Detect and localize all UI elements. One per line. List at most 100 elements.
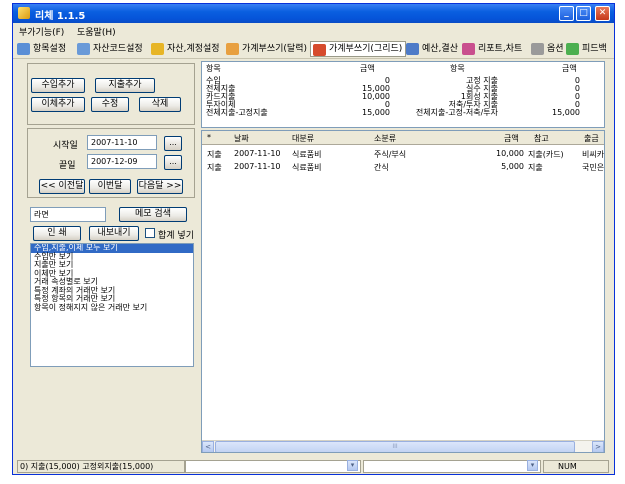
tool-ledger-grid[interactable]: 가계부쓰기(그리드) [310,41,407,57]
filter-list[interactable]: 수입,지출,이체 모두 보기 수입만 보기 지출만 보기 이체만 보기 거래 속… [30,243,194,367]
menu-help[interactable]: 도움말(H) [77,25,116,38]
tool-asset-account[interactable]: 자산,계정설정 [149,41,223,57]
add-transfer-button[interactable]: 이체추가 [31,97,85,112]
grid-cell[interactable]: 5,000 [486,162,524,171]
delete-button[interactable]: 삭제 [139,97,181,112]
menu-bar: 부가기능(F) 도움말(H) [13,23,614,39]
grid-cell[interactable]: 2007-11-10 [234,162,281,171]
grid-header-cell[interactable]: 금액 [504,133,519,144]
next-month-button[interactable]: 다음달 >> [137,179,183,194]
summary-header-amount: 금액 [360,64,375,73]
report-icon [462,43,475,55]
grid-cell[interactable]: 지출 [528,162,543,173]
grid-cell[interactable]: 2007-11-10 [234,149,281,158]
summary-label: 전체지출-고정지출 [206,108,268,117]
summary-header-amount2: 금액 [562,64,577,73]
summary-value: 15,000 [552,108,580,117]
summary-row: 수입 0 고정 지출 0 [202,77,604,85]
memo-search-input[interactable]: 라면 [30,207,106,222]
status-bar: 0) 지출(15,000) 고정외지출(15,000) ▾ ▾ NUM [13,459,614,474]
toolbar: 항목설정 자산코드설정 자산,계정설정 가계부쓰기(달력) 가계부쓰기(그리드)… [13,39,614,59]
start-date-label: 시작일 [53,141,78,151]
menu-extras[interactable]: 부가기능(F) [19,25,64,38]
maximize-button[interactable]: □ [576,6,591,21]
title-bar: 리체 1.1.5 _ □ ✕ [13,4,614,23]
app-window: 리체 1.1.5 _ □ ✕ 부가기능(F) 도움말(H) 항목설정 자산코드설… [12,3,615,475]
tool-asset-code[interactable]: 자산코드설정 [75,41,146,57]
grid-cell[interactable]: 10,000 [486,149,524,158]
summary-panel: 항목 금액 항목 금액 수입 0 고정 지출 0 전체지출 15,000 실수 … [201,61,605,128]
add-expense-button[interactable]: 지출추가 [95,78,155,93]
start-date-picker-button[interactable]: ... [164,136,182,151]
grid-header-cell[interactable]: 대분류 [292,133,314,144]
num-lock-indicator: NUM [543,460,609,473]
table-row[interactable]: 지출 2007-11-10 식료품비 주식/부식 10,000 지출(카드) 비… [202,147,604,160]
grid-cell[interactable]: 비씨카 [582,149,604,160]
this-month-button[interactable]: 이번달 [89,179,131,194]
print-button[interactable]: 인 쇄 [33,226,81,241]
start-date-field[interactable]: 2007-11-10 [87,135,157,150]
table-row[interactable]: 지출 2007-11-10 식료품비 간식 5,000 지출 국민은 [202,160,604,173]
tool-ledger-calendar[interactable]: 가계부쓰기(달력) [224,41,310,57]
export-button[interactable]: 내보내기 [89,226,139,241]
summary-value: 15,000 [362,108,390,117]
chart-icon [406,43,419,55]
grid-header-cell[interactable]: 참고 [534,133,549,144]
grid-cell[interactable]: 식료품비 [292,149,321,160]
grid-cell[interactable]: 지출(카드) [528,149,564,160]
grid-header-cell[interactable]: 출금 [584,133,599,144]
feedback-icon [566,43,579,55]
grid-cell[interactable]: 국민은 [582,162,604,173]
horizontal-scrollbar[interactable]: < III > [202,440,604,452]
summary-header-item: 항목 [206,64,221,73]
summary-header: 항목 금액 항목 금액 [202,64,604,73]
money-icon [151,43,164,55]
scroll-right-icon[interactable]: > [592,441,604,452]
close-button[interactable]: ✕ [595,6,610,21]
grid-cell[interactable]: 지출 [207,149,222,160]
gear-icon [531,43,544,55]
tool-item-settings[interactable]: 항목설정 [15,41,69,57]
grid-cell[interactable]: 주식/부식 [374,149,406,160]
summary-row: 전체지출 15,000 실수 지출 0 [202,85,604,93]
sum-checkbox[interactable] [145,228,155,238]
sum-label: 합계 넣기 [158,231,194,241]
minimize-button[interactable]: _ [559,6,574,21]
window-icon [77,43,90,55]
grid-cell[interactable]: 지출 [207,162,222,173]
summary-label: 전체지출-고정-저축/투자 [415,108,498,117]
summary-row: 카드지출 10,000 1회성 지출 0 [202,93,604,101]
tool-budget[interactable]: 예산,결산 [404,41,461,57]
edit-button[interactable]: 수정 [91,97,129,112]
tool-report[interactable]: 리포트,차트 [460,41,525,57]
end-date-label: 끝일 [59,161,76,171]
entry-buttons-group [27,63,195,125]
status-dropdown-1[interactable] [185,460,361,473]
grid-cell[interactable]: 식료품비 [292,162,321,173]
grid-header-cell[interactable]: * [207,133,211,142]
end-date-picker-button[interactable]: ... [164,155,182,170]
app-icon [18,7,30,19]
window-title: 리체 1.1.5 [35,11,86,22]
scroll-thumb[interactable]: III [215,441,575,452]
scroll-left-icon[interactable]: < [202,441,214,452]
grid-icon [313,44,326,56]
tool-feedback[interactable]: 피드백 [564,41,610,57]
prev-month-button[interactable]: << 이전달 [39,179,85,194]
status-summary: 0) 지출(15,000) 고정외지출(15,000) [17,460,185,473]
calendar-icon [226,43,239,55]
summary-header-item2: 항목 [450,64,465,73]
status-dropdown-2[interactable] [363,460,541,473]
grid-header: * 날짜 대분류 소분류 금액 참고 출금 [202,131,604,145]
chevron-down-icon[interactable]: ▾ [527,460,538,471]
end-date-field[interactable]: 2007-12-09 [87,154,157,169]
grid-cell[interactable]: 간식 [374,162,389,173]
transaction-grid[interactable]: * 날짜 대분류 소분류 금액 참고 출금 지출 2007-11-10 식료품비… [201,130,605,453]
grid-header-cell[interactable]: 날짜 [234,133,249,144]
grid-header-cell[interactable]: 소분류 [374,133,396,144]
add-income-button[interactable]: 수입추가 [31,78,85,93]
list-item[interactable]: 항목이 정해지지 않은 거래만 보기 [31,303,193,313]
tool-options[interactable]: 옵션 [529,41,567,57]
memo-search-button[interactable]: 메모 검색 [119,207,187,222]
chevron-down-icon[interactable]: ▾ [347,460,358,471]
